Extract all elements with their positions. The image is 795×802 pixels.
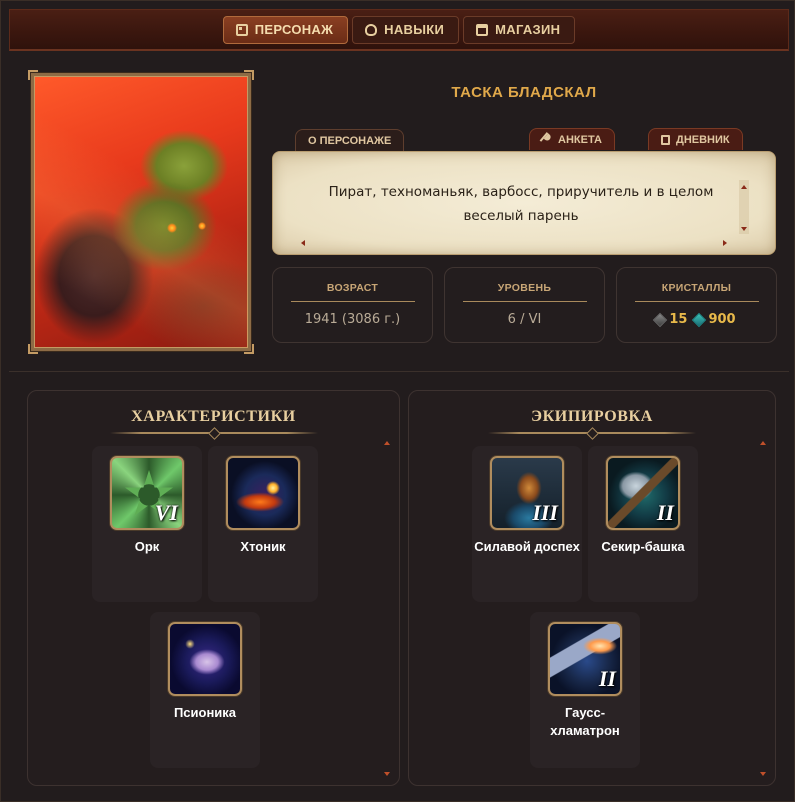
scroll-up-icon[interactable] — [384, 441, 390, 445]
crystals-value: 15 900 — [617, 312, 776, 327]
tab-about-label: О ПЕРСОНАЖЕ — [308, 134, 392, 147]
character-name: ТАСКА БЛАДСКАЛ — [451, 84, 597, 101]
character-window: ПЕРСОНАЖ НАВЫКИ МАГАЗИН ТАСКА БЛАДСКАЛ О… — [0, 0, 795, 802]
character-description: Пират, техноманьяк, варбосс, приручитель… — [328, 184, 714, 224]
stat-level-value: 6 / VI — [507, 312, 542, 327]
equipment-title: ЭКИПИРОВКА — [531, 408, 653, 425]
tab-shop[interactable]: МАГАЗИН — [463, 15, 576, 44]
title-ornament — [488, 432, 696, 434]
divider — [634, 301, 759, 302]
diary-button[interactable]: ДНЕВНИК — [648, 128, 743, 150]
diary-button-label: ДНЕВНИК — [676, 133, 730, 146]
psionics-brain-icon — [168, 622, 242, 696]
character-portrait — [28, 70, 254, 354]
stat-crystals-label: КРИСТАЛЛЫ — [661, 282, 732, 294]
characteristics-panel: ХАРАКТЕРИСТИКИ VI Орк Хтоник Псионика — [27, 390, 400, 786]
equipment-panel: ЭКИПИРОВКА III Силавой доспех II Секир-б… — [408, 390, 776, 786]
characteristic-label: Хтоник — [240, 539, 286, 554]
gauss-gun-icon: II — [548, 622, 622, 696]
rank-badge: III — [532, 500, 558, 525]
power-armor-icon: III — [490, 456, 564, 530]
scroll-down-icon[interactable] — [384, 772, 390, 776]
scroll-down-icon[interactable] — [741, 227, 747, 231]
description-box[interactable]: Пират, техноманьяк, варбосс, приручитель… — [272, 151, 776, 255]
chthonic-icon — [226, 456, 300, 530]
scroll-up-icon[interactable] — [741, 185, 747, 189]
gray-crystal-count: 15 — [669, 312, 688, 327]
frame-corner — [244, 344, 254, 354]
equipment-label: Секир-башка — [601, 539, 685, 554]
id-card-icon — [235, 23, 248, 36]
scroll-left-icon[interactable] — [301, 240, 305, 246]
stat-level-label: УРОВЕНЬ — [497, 282, 552, 294]
equipment-card-axe[interactable]: II Секир-башка — [588, 446, 698, 602]
characteristic-card-chthonic[interactable]: Хтоник — [208, 446, 318, 602]
equipment-card-power-armor[interactable]: III Силавой доспех — [472, 446, 582, 602]
top-tab-bar: ПЕРСОНАЖ НАВЫКИ МАГАЗИН — [9, 9, 789, 51]
teal-crystal-count: 900 — [708, 312, 736, 327]
teal-crystal-icon — [692, 312, 707, 327]
divider — [290, 301, 415, 302]
form-button[interactable]: АНКЕТА — [529, 128, 615, 150]
characteristic-card-psionics[interactable]: Псионика — [150, 612, 260, 768]
rank-badge: II — [598, 666, 616, 691]
scroll-right-icon[interactable] — [723, 240, 727, 246]
rank-badge: VI — [154, 500, 178, 525]
rank-badge: II — [656, 500, 674, 525]
form-button-label: АНКЕТА — [558, 133, 602, 146]
characteristic-label: Орк — [134, 539, 160, 554]
tab-character[interactable]: ПЕРСОНАЖ — [222, 15, 349, 44]
stat-age-value: 1941 (3086 г.) — [304, 312, 401, 327]
frame-corner — [28, 344, 38, 354]
tab-shop-label: МАГАЗИН — [495, 22, 561, 37]
title-ornament — [109, 432, 318, 434]
divider — [462, 301, 587, 302]
equipment-card-gauss[interactable]: II Гаусс-хламатрон — [530, 612, 640, 768]
tab-about-character[interactable]: О ПЕРСОНАЖЕ — [295, 129, 405, 151]
scroll-down-icon[interactable] — [760, 772, 766, 776]
frame-corner — [28, 70, 38, 80]
book-icon — [661, 134, 670, 145]
characteristic-card-orc[interactable]: VI Орк — [92, 446, 202, 602]
section-divider — [9, 371, 789, 372]
axe-icon: II — [606, 456, 680, 530]
tab-skills[interactable]: НАВЫКИ — [352, 15, 460, 44]
stat-age-label: ВОЗРАСТ — [326, 282, 379, 294]
characteristic-label: Псионика — [173, 705, 237, 720]
lightbulb-icon — [365, 23, 378, 36]
characteristics-title: ХАРАКТЕРИСТИКИ — [131, 408, 296, 425]
frame-corner — [244, 70, 254, 80]
feather-icon — [539, 132, 555, 147]
equipment-label: Гаусс-хламатрон — [550, 705, 620, 738]
tab-character-label: ПЕРСОНАЖ — [254, 22, 334, 37]
equipment-label: Силавой доспех — [474, 539, 580, 554]
shop-icon — [476, 23, 489, 36]
scroll-up-icon[interactable] — [760, 441, 766, 445]
tab-skills-label: НАВЫКИ — [384, 22, 445, 37]
stat-crystals: КРИСТАЛЛЫ 15 900 — [616, 267, 777, 343]
stat-age: ВОЗРАСТ 1941 (3086 г.) — [272, 267, 433, 343]
orc-emblem-icon: VI — [110, 456, 184, 530]
stat-level: УРОВЕНЬ 6 / VI — [444, 267, 605, 343]
gray-crystal-icon — [653, 312, 668, 327]
